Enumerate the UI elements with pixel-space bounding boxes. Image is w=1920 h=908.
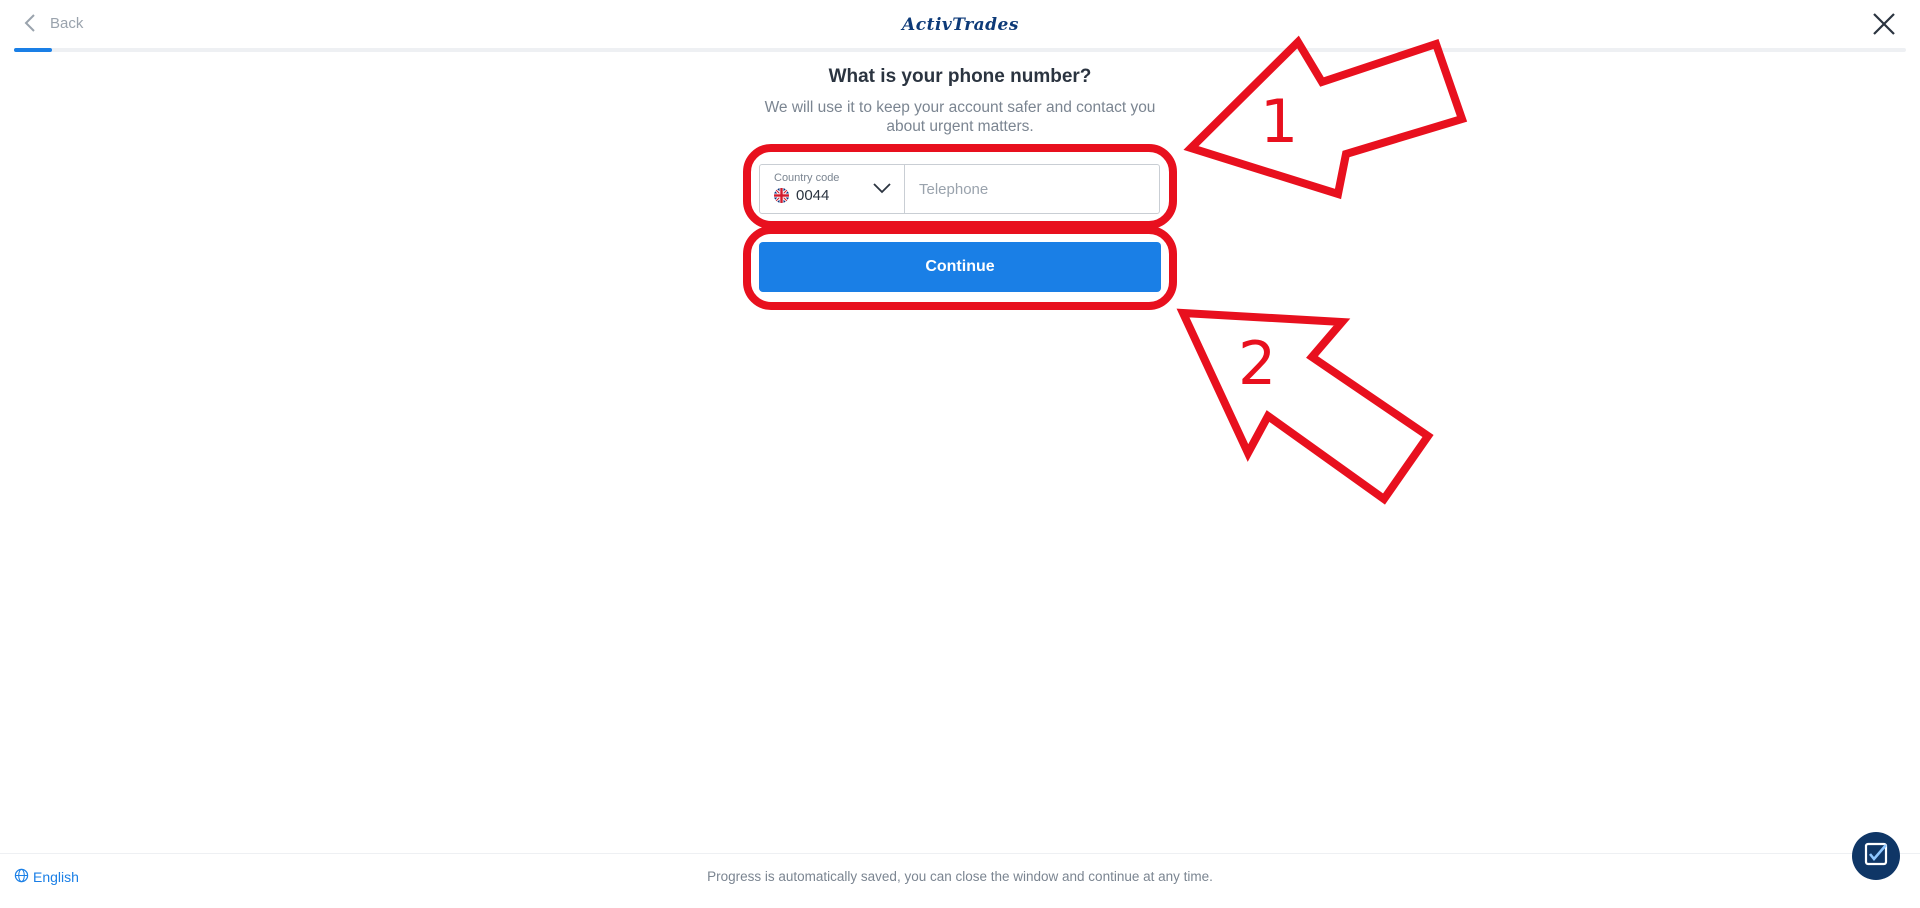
annotation-overlay	[743, 35, 1468, 505]
country-code-label: Country code	[774, 172, 840, 184]
language-selector[interactable]: English	[14, 868, 79, 886]
progress-bar	[14, 48, 1906, 52]
globe-icon	[14, 868, 29, 886]
chevron-left-icon	[24, 13, 36, 33]
continue-button[interactable]: Continue	[759, 242, 1161, 292]
subtitle-line-2: about urgent matters.	[886, 118, 1034, 135]
telephone-input[interactable]	[905, 165, 1159, 213]
annotation-arrow-2	[1176, 308, 1434, 505]
uk-flag-icon	[774, 188, 789, 203]
chat-checkbox-icon	[1863, 841, 1889, 872]
footer: English Progress is automatically saved,…	[0, 853, 1920, 908]
annotation-number-2: 2	[1238, 329, 1277, 399]
brand-logo: ActivTrades	[893, 14, 1028, 36]
phone-number-group: Country code 0044	[759, 164, 1160, 214]
autosave-note: Progress is automatically saved, you can…	[707, 869, 1213, 884]
country-code-select[interactable]: Country code 0044	[760, 165, 905, 213]
progress-bar-fill	[14, 48, 52, 52]
back-button[interactable]: Back	[24, 10, 83, 36]
annotation-number-1: 1	[1260, 87, 1299, 157]
subtitle-line-1: We will use it to keep your account safe…	[764, 99, 1156, 116]
top-bar: Back ActivTrades	[0, 0, 1920, 52]
chevron-down-icon	[872, 181, 892, 200]
page-title: What is your phone number?	[828, 66, 1092, 87]
page-subtitle: We will use it to keep your account safe…	[760, 98, 1160, 136]
chat-button[interactable]	[1852, 832, 1900, 880]
annotation-arrow-1	[1183, 35, 1468, 200]
brand-logo-text: ActivTrades	[902, 15, 1019, 35]
back-label: Back	[50, 14, 84, 32]
country-code-value: 0044	[796, 187, 830, 204]
close-button[interactable]	[1870, 10, 1898, 38]
language-label: English	[33, 869, 79, 885]
close-icon	[1870, 13, 1898, 42]
